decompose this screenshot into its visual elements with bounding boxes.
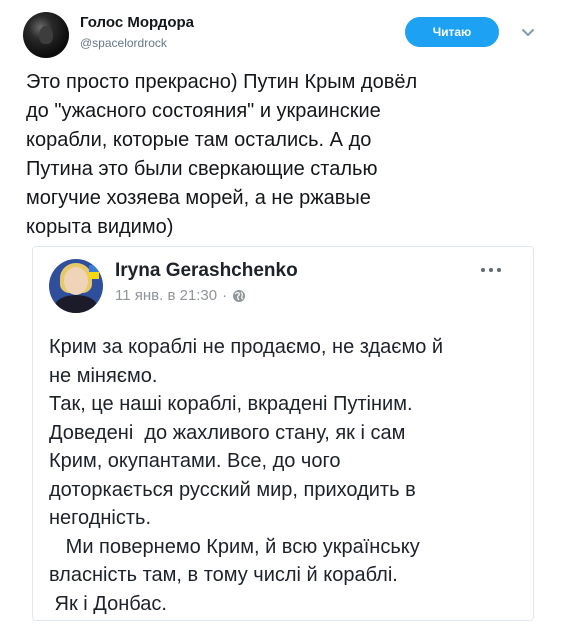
post-text-line: Доведені до жахливого стану, як і сам: [49, 421, 406, 444]
avatar[interactable]: [23, 12, 69, 58]
embedded-post-image[interactable]: Iryna Gerashchenko 11 янв. в 21:30 · Кри…: [32, 246, 534, 621]
post-text-line: негодність.: [49, 507, 152, 529]
post-timestamp: 11 янв. в 21:30: [115, 287, 218, 304]
post-text-line: не міняємо.: [49, 364, 158, 387]
post-text-line: Ми повернемо Крим, й всю українську: [49, 535, 420, 558]
user-handle[interactable]: @spacelordrock: [80, 36, 167, 50]
tweet-text-line: могучие хозяева морей, а не ржавые: [26, 187, 371, 209]
tweet-text-line: корыта видимо): [26, 216, 174, 238]
post-text-line: власність там, в тому числі й кораблі.: [49, 564, 398, 586]
post-author-name: Iryna Gerashchenko: [115, 260, 298, 281]
post-text: Крим за кораблі не продаємо, не здаємо й…: [49, 333, 529, 618]
display-name[interactable]: Голос Мордора: [80, 14, 194, 31]
tweet-text: Это просто прекрасно) Путин Крым довёл д…: [26, 68, 546, 242]
post-text-line: Крим за кораблі не продаємо, не здаємо й: [49, 336, 444, 358]
tweet-text-line: корабли, которые там остались. А до: [26, 129, 372, 151]
post-author-avatar: [49, 259, 103, 313]
tweet-text-line: Путина это были сверкающие сталью: [26, 158, 378, 180]
post-text-line: доторкається русский мир, приходить в: [49, 478, 416, 501]
post-text-line: Крим, окупантами. Все, до чого: [49, 450, 341, 472]
chevron-down-icon[interactable]: [519, 24, 537, 42]
post-meta: 11 янв. в 21:30 ·: [115, 287, 246, 304]
post-text-line: Так, це наші кораблі, вкрадені Путіним.: [49, 393, 413, 415]
tweet-text-line: до "ужасного состояния" и украинские: [26, 100, 381, 122]
tweet-text-line: Это просто прекрасно) Путин Крым довёл: [26, 71, 418, 93]
tweet-header: Голос Мордора @spacelordrock Читаю: [0, 0, 564, 64]
globe-icon: [233, 289, 246, 302]
post-text-line: Як і Донбас.: [49, 592, 167, 615]
follow-button[interactable]: Читаю: [405, 17, 499, 47]
more-options-icon: [481, 265, 511, 275]
meta-separator: ·: [222, 287, 228, 304]
